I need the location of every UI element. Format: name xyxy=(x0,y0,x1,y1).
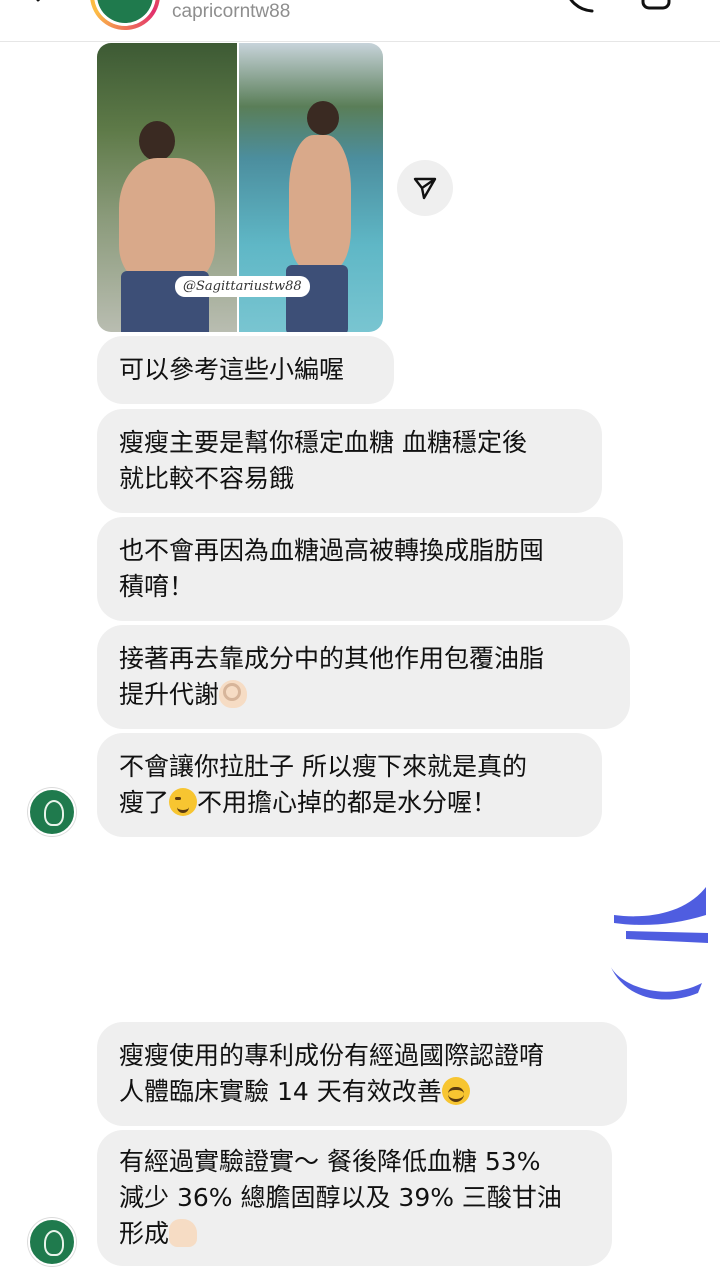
sender-avatar[interactable] xyxy=(28,1218,76,1266)
photo-watermark: @Sagittariustw88 xyxy=(175,276,310,297)
share-button[interactable] xyxy=(397,160,453,216)
message-text: 有經過實驗證實～ 餐後降低血糖 53% xyxy=(119,1147,541,1176)
thumbs-up-emoji xyxy=(169,1219,198,1247)
back-arrow-icon[interactable] xyxy=(30,0,58,14)
video-icon[interactable] xyxy=(640,0,682,12)
phone-icon[interactable] xyxy=(562,0,598,14)
smile-emoji xyxy=(441,1077,470,1105)
message-text: 接著再去靠成分中的其他作用包覆油脂 xyxy=(119,644,545,673)
message-text: 減少 36% 總膽固醇以及 39% 三酸甘油 xyxy=(119,1183,562,1212)
sender-avatar[interactable] xyxy=(28,788,76,836)
message-text: 瘦了 xyxy=(119,788,170,817)
message-text: 形成 xyxy=(119,1219,170,1248)
message-text: 就比較不容易餓 xyxy=(119,464,295,493)
message-bubble[interactable]: 瘦瘦主要是幫你穩定血糖 血糖穩定後 就比較不容易餓 xyxy=(97,409,602,513)
message-text: 瘦瘦主要是幫你穩定血糖 血糖穩定後 xyxy=(119,428,527,457)
message-bubble[interactable]: 不會讓你拉肚子 所以瘦下來就是真的 瘦了 不用擔心掉的都是水分喔！ xyxy=(97,733,602,837)
message-text: 也不會再因為血糖過高被轉換成脂肪囤 xyxy=(119,536,545,565)
message-bubble[interactable]: 也不會再因為血糖過高被轉換成脂肪囤 積唷！ xyxy=(97,517,623,621)
ok-hand-emoji xyxy=(219,680,248,708)
wink-emoji xyxy=(169,788,198,816)
header-avatar[interactable] xyxy=(90,0,160,30)
message-bubble[interactable]: 可以參考這些小編喔 xyxy=(97,336,394,404)
message-text: 不會讓你拉肚子 所以瘦下來就是真的 xyxy=(119,752,527,781)
message-text: 提升代謝 xyxy=(119,680,220,709)
message-text: 瘦瘦使用的專利成份有經過國際認證唷 xyxy=(119,1041,545,1070)
message-bubble[interactable]: 瘦瘦使用的專利成份有經過國際認證唷 人體臨床實驗 14 天有效改善 xyxy=(97,1022,627,1126)
share-icon xyxy=(413,177,437,200)
message-bubble[interactable]: 接著再去靠成分中的其他作用包覆油脂 提升代謝 xyxy=(97,625,630,729)
message-text: 人體臨床實驗 14 天有效改善 xyxy=(119,1077,442,1106)
sticker-image[interactable] xyxy=(604,885,712,1003)
message-text: 可以參考這些小編喔 xyxy=(119,355,345,384)
message-text: 積唷！ xyxy=(119,572,195,601)
message-text: 不用擔心掉的都是水分喔！ xyxy=(197,788,498,817)
message-bubble[interactable]: 有經過實驗證實～ 餐後降低血糖 53% 減少 36% 總膽固醇以及 39% 三酸… xyxy=(97,1130,612,1266)
chat-header: capricorntw88 xyxy=(0,0,720,42)
username[interactable]: capricorntw88 xyxy=(172,1,290,23)
